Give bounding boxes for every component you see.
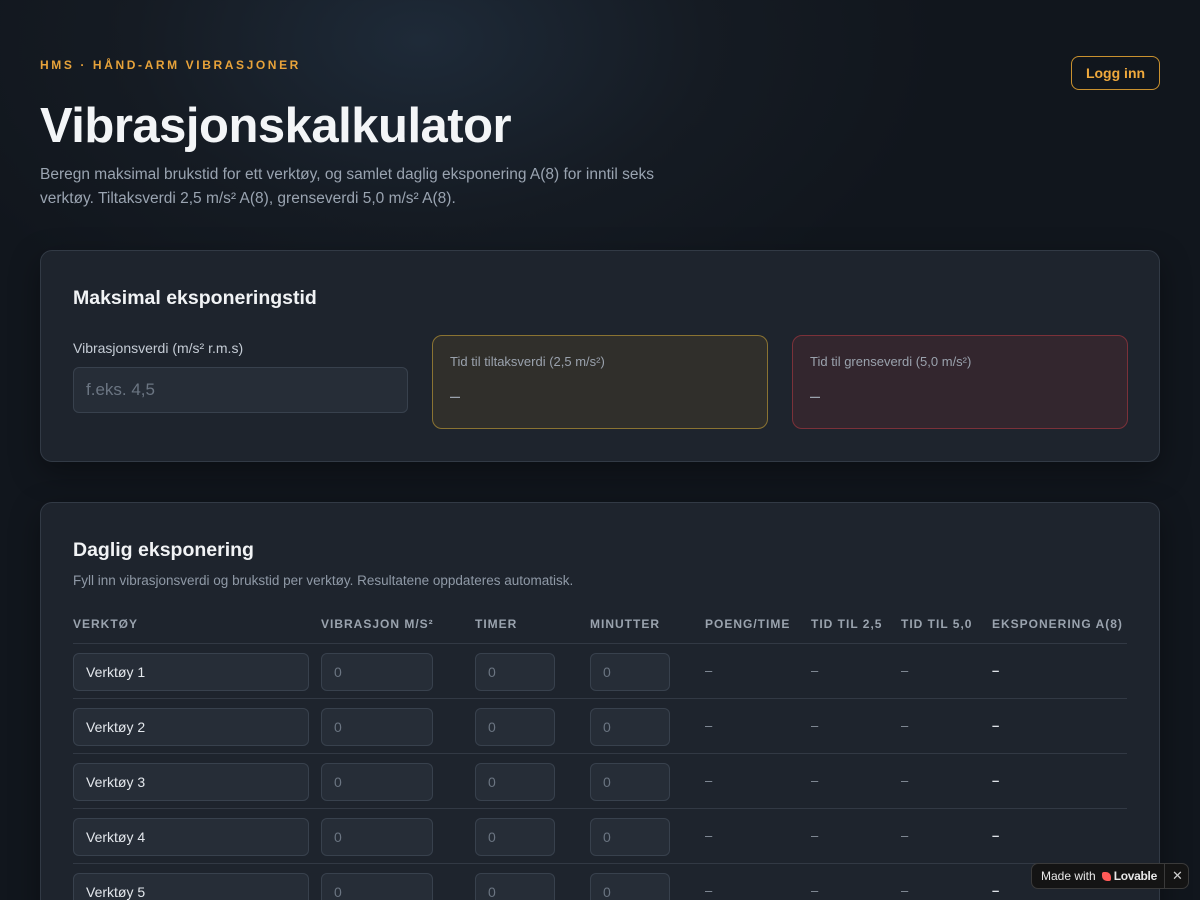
badge-brand: Lovable [1113,869,1158,883]
eyebrow-label: HMS · HÅND-ARM VIBRASJONER [40,58,301,72]
action-value-label: Tid til tiltaksverdi (2,5 m/s²) [450,354,605,369]
max-exposure-card: Maksimal eksponeringstid Vibrasjonsverdi… [40,250,1160,462]
login-button[interactable]: Logg inn [1071,56,1160,90]
max-exposure-title: Maksimal eksponeringstid [73,287,317,309]
tool-minutes-input[interactable] [590,763,670,801]
column-header-time-to-2-5: Tid til 2,5 [811,617,883,631]
tool-minutes-input[interactable] [590,653,670,691]
limit-value-result: Tid til grenseverdi (5,0 m/s²) – [792,335,1128,429]
action-value-result: Tid til tiltaksverdi (2,5 m/s²) – [432,335,768,429]
tool-hours-input[interactable] [475,763,555,801]
daily-exposure-title: Daglig eksponering [73,539,254,561]
table-row: –––– [73,643,1127,698]
page-title: Vibrasjonskalkulator [40,99,512,153]
badge-made-with: Made with [1041,869,1096,883]
limit-value-label: Tid til grenseverdi (5,0 m/s²) [810,354,972,369]
tool-vibration-input[interactable] [321,653,433,691]
tool-exposure-value: – [992,773,1000,788]
tool-vibration-input[interactable] [321,763,433,801]
tool-vibration-input[interactable] [321,873,433,900]
tool-vibration-input[interactable] [321,708,433,746]
tool-time-to-2-5-value: – [811,663,819,678]
tool-minutes-input[interactable] [590,708,670,746]
column-header-vibration: Vibrasjon m/s² [321,617,434,631]
vibration-value-input[interactable] [73,367,408,413]
tool-minutes-input[interactable] [590,818,670,856]
table-row: –––– [73,698,1127,753]
close-icon[interactable]: ✕ [1172,868,1183,884]
tool-points-value: – [705,883,713,898]
column-header-exposure: Eksponering A(8) [992,617,1123,631]
intro-line-2: verktøy. Tiltaksverdi 2,5 m/s² A(8), gre… [40,190,456,207]
table-row: –––– [73,808,1127,863]
column-header-hours: Timer [475,617,518,631]
tool-time-to-2-5-value: – [811,828,819,843]
tool-time-to-2-5-value: – [811,773,819,788]
tool-time-to-2-5-value: – [811,883,819,898]
lovable-badge[interactable]: Made with Lovable ✕ [1031,863,1189,889]
tool-hours-input[interactable] [475,708,555,746]
tool-points-value: – [705,773,713,788]
tool-exposure-value: – [992,718,1000,733]
column-header-points: Poeng/time [705,617,791,631]
tool-points-value: – [705,828,713,843]
limit-value-time: – [810,386,821,406]
tool-hours-input[interactable] [475,818,555,856]
tool-points-value: – [705,718,713,733]
tool-time-to-5-0-value: – [901,773,909,788]
tool-name-input[interactable] [73,818,309,856]
action-value-time: – [450,386,461,406]
tool-time-to-5-0-value: – [901,718,909,733]
lovable-heart-icon [1101,871,1111,881]
column-header-tool: Verktøy [73,617,139,631]
table-row: –––– [73,863,1127,900]
badge-divider [1164,864,1165,888]
tool-minutes-input[interactable] [590,873,670,900]
tool-hours-input[interactable] [475,873,555,900]
tool-vibration-input[interactable] [321,818,433,856]
column-header-minutes: Minutter [590,617,660,631]
intro-line-1: Beregn maksimal brukstid for ett verktøy… [40,166,654,183]
tool-time-to-5-0-value: – [901,663,909,678]
intro-text: Beregn maksimal brukstid for ett verktøy… [40,163,700,211]
tool-time-to-5-0-value: – [901,883,909,898]
tool-time-to-2-5-value: – [811,718,819,733]
daily-exposure-card: Daglig eksponering Fyll inn vibrasjonsve… [40,502,1160,900]
tool-name-input[interactable] [73,873,309,900]
table-row: –––– [73,753,1127,808]
vibration-input-label: Vibrasjonsverdi (m/s² r.m.s) [73,340,244,356]
tool-exposure-value: – [992,663,1000,678]
tool-name-input[interactable] [73,653,309,691]
daily-exposure-subtitle: Fyll inn vibrasjonsverdi og brukstid per… [73,573,574,588]
tool-time-to-5-0-value: – [901,828,909,843]
tool-exposure-value: – [992,883,1000,898]
tool-exposure-value: – [992,828,1000,843]
tool-name-input[interactable] [73,708,309,746]
column-header-time-to-5-0: Tid til 5,0 [901,617,973,631]
tool-points-value: – [705,663,713,678]
tool-name-input[interactable] [73,763,309,801]
tool-hours-input[interactable] [475,653,555,691]
